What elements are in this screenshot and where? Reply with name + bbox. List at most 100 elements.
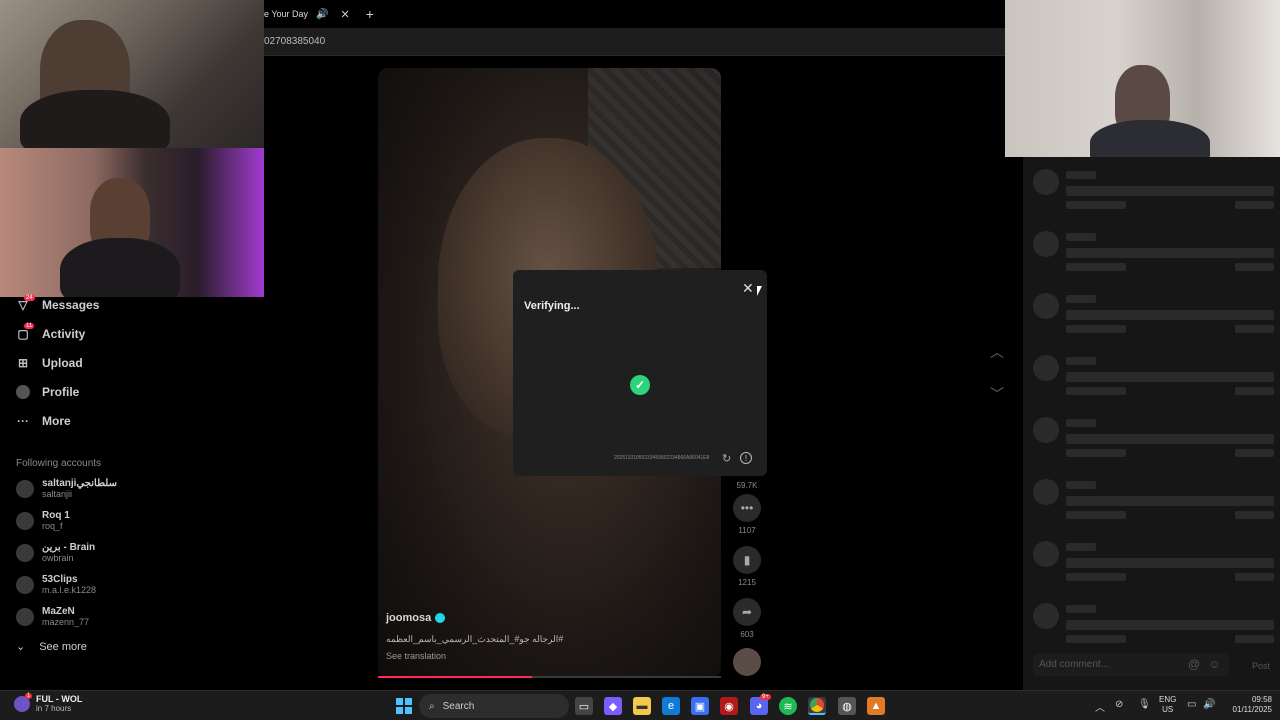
avatar [16, 608, 34, 626]
plus-square-icon: ⊞ [17, 356, 29, 370]
music-disc-icon[interactable] [733, 648, 761, 676]
comment-icon[interactable]: ••• [733, 494, 761, 522]
nav-profile[interactable]: Profile [16, 385, 79, 399]
following-accounts-heading: Following accounts [16, 458, 102, 469]
like-action: 59.7K [733, 477, 761, 490]
language-indicator[interactable]: ENG US [1159, 695, 1176, 715]
nav-upload[interactable]: ⊞ Upload [16, 356, 83, 370]
browser-tab-bar: e Your Day 🔊 ✕ + [264, 0, 1005, 28]
mention-icon[interactable]: @ [1188, 657, 1200, 671]
display-icon[interactable]: ▭ [1187, 699, 1196, 710]
nav-activity[interactable]: ▢ Activity [16, 327, 85, 341]
weather-title: FUL - WOL [36, 694, 83, 704]
nav-profile-label: Profile [42, 385, 80, 399]
emoji-icon[interactable]: ☺ [1208, 657, 1220, 671]
network-off-icon[interactable]: ⊘ [1115, 699, 1123, 710]
clock-date: 01/11/2025 [1232, 705, 1272, 714]
comment-skeleton [1023, 287, 1280, 349]
weather-icon: 1 [14, 693, 33, 712]
save-action[interactable]: ▮ 1215 [733, 546, 761, 587]
address-text: 02708385040 [264, 36, 326, 47]
chrome-icon[interactable] [808, 697, 826, 715]
video-username[interactable]: joomosa [386, 612, 563, 624]
system-clock[interactable]: 09:58 01/11/2025 [1222, 695, 1272, 715]
ellipsis-icon: ··· [17, 414, 29, 428]
windows-start-icon[interactable] [395, 697, 413, 715]
account-item[interactable]: 53Clips m.a.l.e.k1228 [16, 574, 96, 596]
nav-more[interactable]: ··· More [16, 414, 71, 428]
weather-widget[interactable]: 1 FUL - WOL in 7 hours [14, 693, 83, 714]
webcam-overlay-1 [0, 0, 264, 148]
like-count: 59.7K [736, 481, 758, 490]
account-handle: owbrain [42, 553, 74, 563]
comment-skeleton [1023, 411, 1280, 473]
app-red-icon[interactable]: ◉ [720, 697, 738, 715]
account-name: برين - Brain [42, 542, 96, 553]
new-tab-button[interactable]: + [366, 6, 374, 22]
account-handle: roq_f [42, 521, 63, 531]
verification-dialog: Verifying... ✕ ✓ 20251101055233459602234… [513, 270, 767, 476]
dialog-title: Verifying... [524, 300, 580, 312]
chevron-down-icon: ﹀ [990, 386, 1004, 402]
bookmark-icon[interactable]: ▮ [733, 546, 761, 574]
edge-icon[interactable]: e [662, 697, 680, 715]
close-icon[interactable]: ✕ [742, 280, 754, 297]
sound-disc[interactable] [733, 648, 761, 676]
comment-skeleton [1023, 597, 1280, 659]
avatar-icon [16, 385, 30, 399]
previous-video-button[interactable]: ︿ [986, 341, 1008, 363]
username-text: joomosa [386, 612, 432, 624]
refresh-icon[interactable]: ↻ [722, 452, 731, 465]
file-explorer-icon[interactable]: ▬ [633, 697, 651, 715]
post-button[interactable]: Post [1252, 661, 1270, 671]
comments-panel [1023, 157, 1280, 690]
account-name: MaZeN [42, 606, 75, 617]
video-progress-fill [378, 676, 533, 678]
store-icon[interactable]: ▣ [691, 697, 709, 715]
copilot-icon[interactable]: ◆ [604, 697, 622, 715]
share-count: 603 [740, 630, 754, 639]
video-progress-bar[interactable] [378, 676, 721, 678]
webcam-overlay-2 [0, 148, 264, 297]
speaker-icon[interactable]: 🔊 [316, 9, 328, 20]
see-more-button[interactable]: ⌄ See more [16, 640, 87, 654]
mouse-cursor-icon [757, 286, 762, 296]
account-name: 53Clips [42, 574, 78, 585]
comment-skeleton [1023, 225, 1280, 287]
close-tab-icon[interactable]: ✕ [341, 8, 350, 21]
avatar [16, 544, 34, 562]
account-item[interactable]: saltanjiسلطانجي saltanjii [16, 478, 117, 500]
check-icon: ✓ [630, 375, 650, 395]
next-video-button[interactable]: ﹀ [986, 383, 1008, 405]
browser-tab[interactable]: e Your Day 🔊 ✕ [264, 0, 356, 28]
weather-subtitle: in 7 hours [36, 704, 72, 713]
tray-overflow-icon[interactable]: ︿ [1095, 699, 1105, 714]
taskbar-search[interactable]: ⌕ Search [419, 694, 569, 718]
see-translation-link[interactable]: See translation [386, 651, 563, 661]
lang-region: US [1162, 705, 1174, 714]
info-icon[interactable]: ! [740, 452, 752, 464]
account-item[interactable]: Roq 1 roq_f [16, 510, 70, 532]
account-item[interactable]: برين - Brain owbrain [16, 542, 95, 564]
task-view-icon[interactable]: ▭ [575, 697, 593, 715]
account-name: Roq 1 [42, 510, 70, 521]
volume-icon[interactable]: 🔊 [1203, 699, 1215, 710]
share-action[interactable]: ➦ 603 [733, 598, 761, 639]
account-item[interactable]: MaZeN mazenn_77 [16, 606, 89, 628]
share-icon[interactable]: ➦ [733, 598, 761, 626]
avatar [16, 576, 34, 594]
verification-code: 20251101055233459602234866A86041E8 [614, 455, 710, 461]
spotify-icon[interactable]: ≋ [779, 697, 797, 715]
paper-plane-icon: ▽ [18, 298, 28, 312]
address-bar[interactable]: 02708385040 [264, 28, 1005, 56]
microphone-icon[interactable]: 🎙 [1138, 699, 1151, 710]
app-orange-icon[interactable]: ▲ [867, 697, 885, 715]
comment-skeleton [1023, 349, 1280, 411]
nav-more-label: More [42, 414, 71, 428]
inbox-icon: ▢ [17, 327, 29, 341]
obs-icon[interactable]: ◍ [838, 697, 856, 715]
comment-input-icons: @ ☺ [1188, 657, 1220, 671]
nav-messages[interactable]: ▽ Messages [16, 298, 99, 312]
comment-action[interactable]: ••• 1107 [733, 494, 761, 535]
nav-upload-label: Upload [42, 356, 83, 370]
